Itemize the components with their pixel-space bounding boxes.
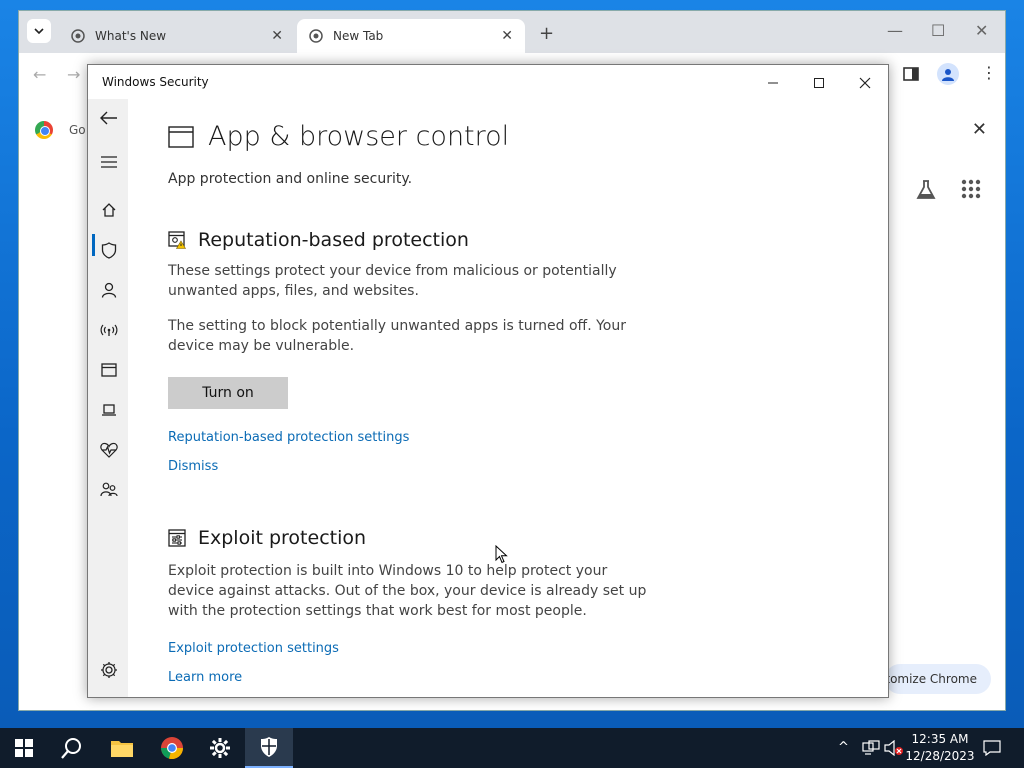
close-icon <box>859 77 871 89</box>
bookmark-label[interactable]: Go <box>69 123 86 137</box>
exploit-protection-icon <box>168 529 186 547</box>
network-icon[interactable] <box>862 740 880 756</box>
back-arrow-icon[interactable]: ← <box>33 65 46 84</box>
tab-whats-new[interactable]: What's New ✕ <box>59 19 295 53</box>
minimize-icon <box>768 82 778 84</box>
windows-security-taskbar-button[interactable] <box>245 728 293 768</box>
clock[interactable]: 12:35 AM 12/28/2023 <box>905 731 975 765</box>
start-button[interactable] <box>0 728 48 768</box>
minimize-button[interactable] <box>750 71 796 95</box>
learn-more-link[interactable]: Learn more <box>168 670 242 685</box>
tab-search-button[interactable] <box>27 19 51 43</box>
labs-flask-icon[interactable] <box>915 179 937 201</box>
close-icon[interactable]: ✕ <box>501 28 513 44</box>
settings-gear-icon[interactable] <box>98 659 120 681</box>
close-button[interactable] <box>842 71 888 95</box>
chevron-down-icon <box>34 28 44 35</box>
heart-pulse-icon[interactable] <box>98 439 120 461</box>
close-icon[interactable]: ✕ <box>271 28 283 44</box>
laptop-icon[interactable] <box>98 399 120 421</box>
folder-icon <box>111 741 133 757</box>
side-panel-icon[interactable] <box>903 66 919 82</box>
reputation-settings-link[interactable]: Reputation-based protection settings <box>168 430 409 445</box>
reputation-warning-icon <box>168 231 186 249</box>
clock-time: 12:35 AM <box>911 732 969 746</box>
hamburger-menu-icon[interactable] <box>98 151 120 173</box>
chrome-taskbar-button[interactable] <box>148 728 196 768</box>
reputation-warning: The setting to block potentially unwante… <box>168 318 626 354</box>
exploit-section-header: Exploit protection <box>168 527 366 549</box>
new-tab-button[interactable]: + <box>539 23 554 44</box>
dismiss-link[interactable]: Dismiss <box>168 459 218 474</box>
maximize-icon[interactable]: ☐ <box>931 21 945 40</box>
turn-on-button[interactable]: Turn on <box>168 377 288 409</box>
page-title: App & browser control <box>208 121 510 152</box>
tab-label: New Tab <box>333 29 384 43</box>
search-button[interactable] <box>48 728 96 768</box>
mouse-cursor-icon <box>495 545 508 564</box>
close-window-icon[interactable]: ✕ <box>975 21 988 40</box>
close-icon[interactable]: ✕ <box>972 119 987 140</box>
clock-date: 12/28/2023 <box>905 749 975 763</box>
apps-grid-icon[interactable] <box>961 179 981 199</box>
chrome-tab-bar: What's New ✕ New Tab ✕ + — ☐ ✕ <box>19 11 1005 53</box>
forward-arrow-icon[interactable]: → <box>67 65 80 84</box>
chrome-icon <box>161 737 184 760</box>
ntp-toolbar <box>915 179 981 201</box>
exploit-description: Exploit protection is built into Windows… <box>168 563 647 619</box>
app-browser-icon[interactable] <box>98 359 120 381</box>
settings-taskbar-button[interactable] <box>196 728 244 768</box>
notifications-icon[interactable] <box>983 740 1001 756</box>
file-explorer-button[interactable] <box>98 728 146 768</box>
windows-security-window: Windows Security App & browser control A… <box>87 64 889 698</box>
minimize-icon[interactable]: — <box>887 21 903 40</box>
reputation-title: Reputation-based protection <box>198 229 469 251</box>
maximize-icon <box>814 78 824 88</box>
chrome-tab-icon <box>309 29 323 43</box>
profile-icon[interactable] <box>937 63 959 85</box>
back-arrow-icon[interactable] <box>98 107 120 129</box>
taskbar: ^ 12:35 AM 12/28/2023 <box>0 728 1024 768</box>
customize-chrome-button[interactable]: tomize Chrome <box>885 664 991 694</box>
title-bar: Windows Security <box>88 65 888 99</box>
show-hidden-icons-icon[interactable]: ^ <box>838 740 849 755</box>
person-icon[interactable] <box>98 279 120 301</box>
page-header: App & browser control <box>168 121 509 152</box>
chrome-logo-icon <box>35 121 53 139</box>
home-icon[interactable] <box>98 199 120 221</box>
exploit-settings-link[interactable]: Exploit protection settings <box>168 641 339 656</box>
reputation-section-header: Reputation-based protection <box>168 229 469 251</box>
tab-new-tab[interactable]: New Tab ✕ <box>297 19 525 53</box>
maximize-button[interactable] <box>796 71 842 95</box>
shield-icon[interactable] <box>98 239 120 261</box>
active-indicator <box>92 234 95 256</box>
reputation-description: These settings protect your device from … <box>168 263 617 299</box>
security-sidebar <box>88 99 128 697</box>
window-title: Windows Security <box>102 75 209 89</box>
customize-label: tomize Chrome <box>885 672 977 686</box>
app-browser-icon <box>168 125 194 148</box>
page-subtitle: App protection and online security. <box>168 171 413 187</box>
chrome-tab-icon <box>71 29 85 43</box>
family-icon[interactable] <box>98 479 120 501</box>
shield-icon <box>261 737 277 757</box>
tab-label: What's New <box>95 29 167 43</box>
exploit-title: Exploit protection <box>198 527 367 549</box>
more-menu-icon[interactable]: ⋮ <box>981 63 997 82</box>
volume-muted-icon[interactable] <box>884 740 904 756</box>
wifi-antenna-icon[interactable] <box>98 319 120 341</box>
windows-logo-icon <box>15 739 33 757</box>
gear-icon <box>210 738 230 758</box>
search-icon <box>61 738 81 759</box>
